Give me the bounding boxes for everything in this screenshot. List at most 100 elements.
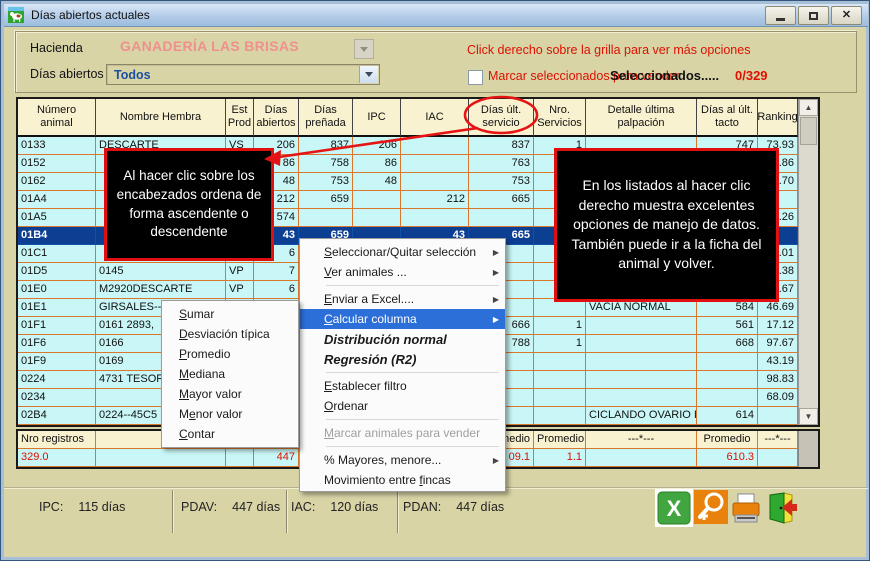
column-header[interactable]: Ranking [758,99,798,137]
cell: 1 [534,335,586,353]
cell [401,155,469,173]
close-icon: ✕ [842,10,851,21]
summary-label-cell: Promedio [697,431,758,449]
cell: 665 [469,191,534,209]
submenu-item[interactable]: Contar [162,424,298,444]
right-click-hint: Click derecho sobre la grilla para ver m… [467,43,750,57]
context-menu-item[interactable]: Movimiento entre fincas [300,470,505,490]
cell: VP [226,281,254,299]
column-header[interactable]: Est Prod [226,99,254,137]
context-menu-item[interactable]: % Mayores, menore...▶ [300,450,505,470]
cell: 763 [469,155,534,173]
hacienda-value: GANADERÍA LAS BRISAS [120,38,299,54]
summary-value-cell [586,449,697,467]
context-menu-item[interactable]: Distribución normal [300,329,505,349]
column-header[interactable]: Días preñada [299,99,353,137]
cell [469,209,534,227]
cell: 17.12 [758,317,798,335]
dias-abiertos-select[interactable]: Todos [106,64,380,85]
context-menu-item[interactable]: Regresión (R2) [300,349,505,369]
cell [401,173,469,191]
context-menu-item[interactable]: Ver animales ... ▶ [300,262,505,282]
dias-dropdown-button[interactable] [359,66,378,83]
selected-label: Seleccionados..... [610,68,719,83]
menu-item-label: Menor valor [179,407,292,421]
cell: 753 [469,173,534,191]
column-header[interactable]: Días al últ. tacto [697,99,758,137]
scroll-up-button[interactable]: ▲ [799,99,818,116]
dias-abiertos-value: Todos [114,68,151,82]
summary-value-cell: 329.0 [18,449,96,467]
exit-button[interactable] [764,491,798,530]
submenu-item[interactable]: Promedio [162,344,298,364]
context-menu-item[interactable]: Enviar a Excel....▶ [300,289,505,309]
status-item-value: 120 días [330,500,378,514]
cell: 02B4 [18,407,96,425]
menu-item-label: Seleccionar/Quitar selección [324,245,489,259]
summary-value-cell [758,449,798,467]
print-button[interactable] [730,493,762,530]
status-item: IAC:120 días [291,500,378,514]
menu-separator [326,372,499,373]
cell [697,389,758,407]
cell: 01D5 [18,263,96,281]
cell: 1 [534,317,586,335]
cell [586,353,697,371]
submenu-arrow-icon: ▶ [493,268,499,277]
menu-separator [326,446,499,447]
maximize-button[interactable] [798,6,829,25]
menu-item-label: Desviación típica [179,327,292,341]
status-separator [286,490,287,533]
submenu-item[interactable]: Mediana [162,364,298,384]
context-menu-item[interactable]: Ordenar [300,396,505,416]
zoom-search-button[interactable] [694,490,728,529]
hacienda-label: Hacienda [30,41,83,55]
cell: 0224 [18,371,96,389]
hacienda-dropdown[interactable] [354,39,374,59]
exit-door-icon [764,491,798,525]
menu-item-label: Sumar [179,307,292,321]
submenu-item[interactable]: Desviación típica [162,324,298,344]
column-header[interactable]: Nombre Hembra [96,99,226,137]
context-menu-item[interactable]: Establecer filtro [300,376,505,396]
submenu-item[interactable]: Sumar [162,304,298,324]
cell: 6 [254,281,299,299]
menu-item-label: Ver animales ... [324,265,489,279]
selected-count: 0/329 [735,68,768,83]
close-button[interactable]: ✕ [831,6,862,25]
context-menu-item[interactable]: Seleccionar/Quitar selección▶ [300,242,505,262]
submenu-item[interactable]: Mayor valor [162,384,298,404]
menu-item-label: Calcular columna [324,312,489,326]
submenu-item[interactable]: Menor valor [162,404,298,424]
minimize-button[interactable] [765,6,796,25]
cell: 01E1 [18,299,96,317]
vertical-scrollbar[interactable]: ▲ ▼ [798,99,818,425]
context-menu-item: Marcar animales para vender [300,423,505,443]
column-header[interactable]: Días abiertos [254,99,299,137]
scroll-down-button[interactable]: ▼ [799,408,818,425]
column-header[interactable]: IAC [401,99,469,137]
column-header[interactable]: Días últ. servicio [469,99,534,137]
cell [401,137,469,155]
scroll-thumb[interactable] [800,117,817,145]
context-menu-item[interactable]: Calcular columna▶ [300,309,505,329]
status-separator [397,490,398,533]
status-item: PDAN:447 días [403,500,504,514]
status-item-label: PDAN: [403,500,441,514]
cell [534,389,586,407]
column-header[interactable]: IPC [353,99,401,137]
sell-checkbox[interactable] [468,70,483,85]
cell: 753 [299,173,353,191]
annotation-sort-tip: Al hacer clic sobre los encabezados orde… [104,148,274,261]
submenu-arrow-icon: ▶ [493,456,499,465]
summary-value-cell [96,449,226,467]
cell: 561 [697,317,758,335]
cell [586,317,697,335]
cell [353,209,401,227]
excel-export-button[interactable]: X [655,489,693,532]
status-item-label: PDAV: [181,500,217,514]
column-header[interactable]: Número animal [18,99,96,137]
column-header[interactable]: Nro. Servicios [534,99,586,137]
cell [758,407,798,425]
column-header[interactable]: Detalle última palpación [586,99,697,137]
